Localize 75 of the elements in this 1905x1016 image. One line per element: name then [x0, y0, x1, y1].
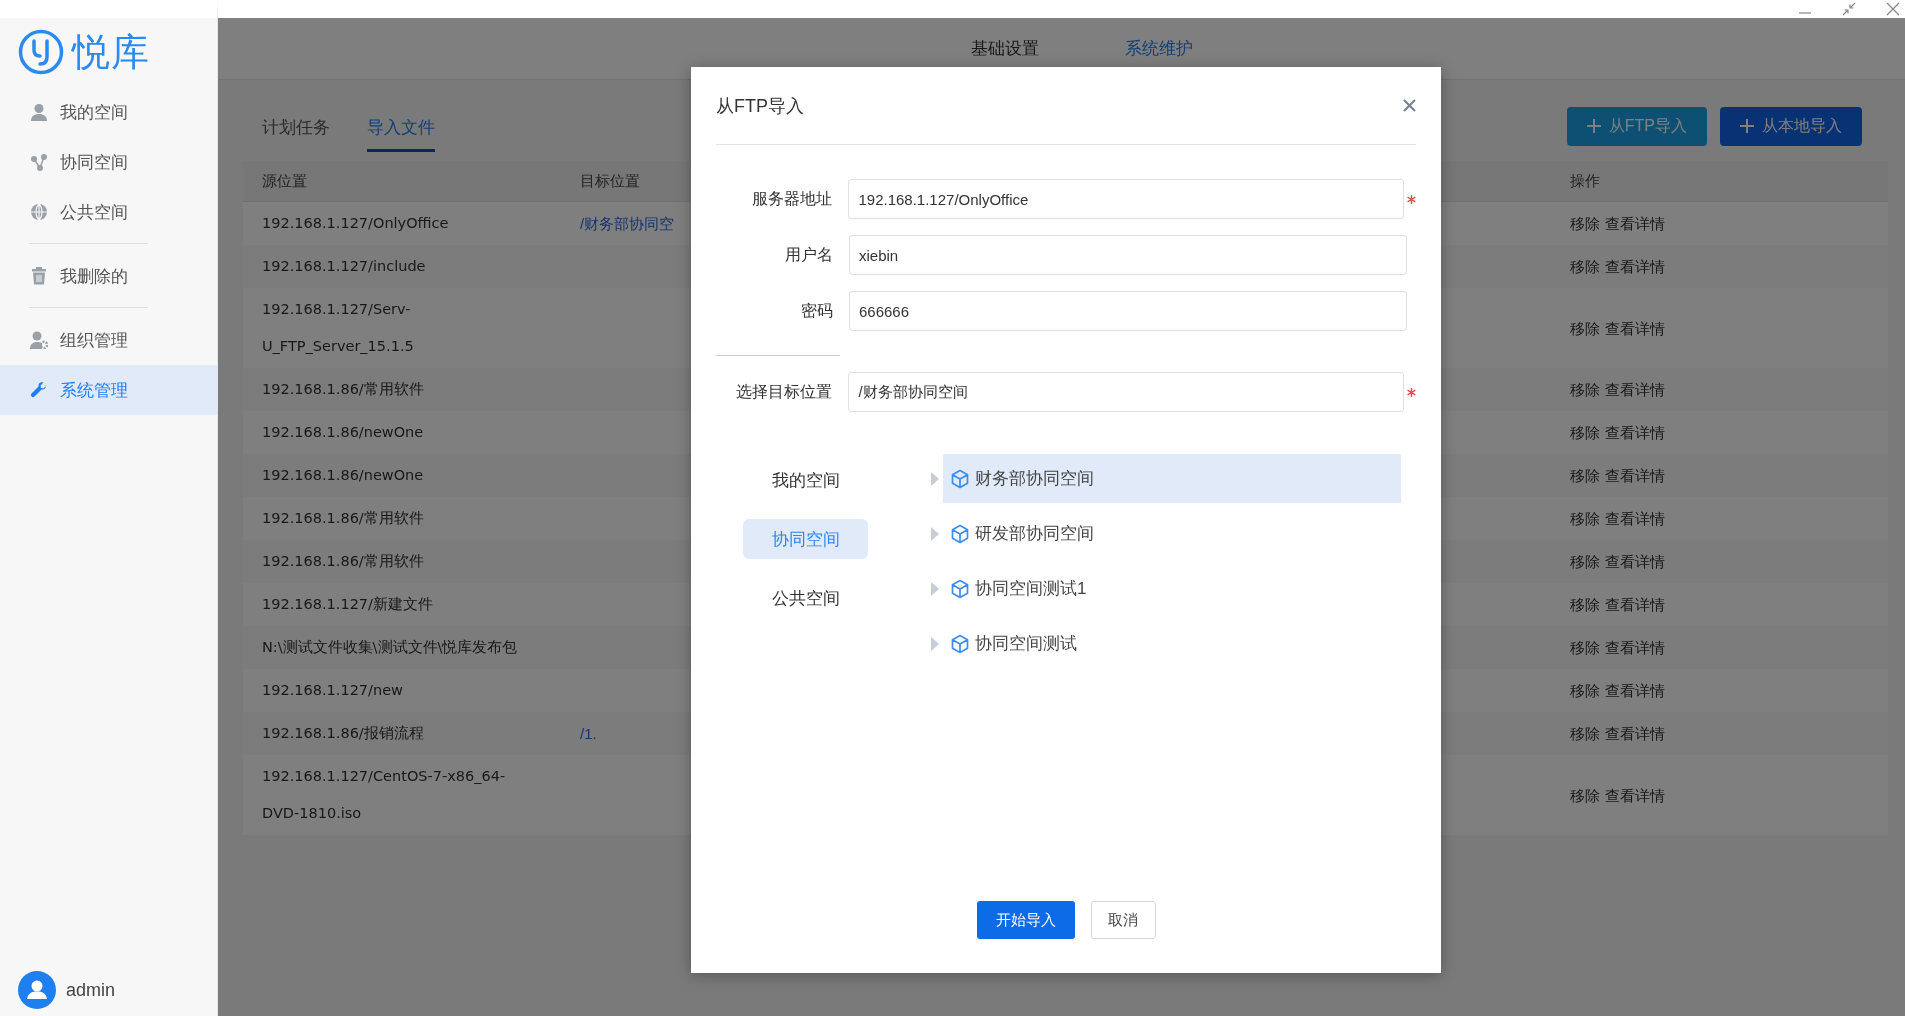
action-link[interactable]: 查看详情: [1605, 500, 1665, 537]
start-import-button[interactable]: 开始导入: [976, 901, 1075, 939]
sub-tab[interactable]: 计划任务: [262, 106, 330, 152]
table-cell-text: 192.168.1.127/CentOS-7-x86_64-DVD-1810.iso: [262, 767, 507, 823]
action-link[interactable]: 移除: [1570, 309, 1600, 347]
action-link[interactable]: 移除: [1570, 371, 1600, 408]
action-link[interactable]: 查看详情: [1605, 414, 1665, 451]
table-cell-text: 192.168.1.86/常用软件: [262, 380, 425, 399]
header-tab[interactable]: 基础设置: [970, 33, 1039, 64]
sidebar-item[interactable]: 系统管理: [0, 365, 217, 415]
field-label: 密码: [800, 300, 833, 321]
table-cell-text: 192.168.1.127/include: [262, 257, 427, 276]
cancel-button[interactable]: 取消: [1090, 901, 1156, 939]
dialog-title: 从FTP导入: [716, 94, 804, 118]
action-link[interactable]: 移除: [1570, 672, 1600, 709]
action-link[interactable]: 查看详情: [1605, 371, 1665, 408]
sidebar-item[interactable]: 协同空间: [0, 137, 217, 187]
action-link[interactable]: 移除: [1570, 414, 1600, 451]
action-link[interactable]: 移除: [1570, 715, 1600, 752]
table-cell-text: 192.168.1.86/报销流程: [262, 724, 425, 743]
field-label: 用户名: [784, 244, 833, 265]
input-field[interactable]: /财务部协同空间: [848, 372, 1405, 412]
action-link[interactable]: 查看详情: [1605, 543, 1665, 580]
action-link[interactable]: 查看详情: [1605, 309, 1665, 347]
action-link[interactable]: 移除: [1570, 776, 1600, 814]
target-link[interactable]: /1.: [580, 725, 597, 742]
action-link[interactable]: 查看详情: [1605, 248, 1665, 285]
sidebar-item[interactable]: 组织管理: [0, 315, 217, 365]
user-name: admin: [66, 979, 116, 1001]
tree-item[interactable]: 研发部协同空间: [943, 509, 1401, 558]
field-label: 选择目标位置: [735, 381, 833, 402]
action-link[interactable]: 移除: [1570, 248, 1600, 285]
target-link[interactable]: /财务部协同空: [580, 215, 675, 232]
column-header: 目标位置: [580, 171, 641, 191]
input-field[interactable]: xiebin: [849, 235, 1407, 275]
action-link[interactable]: 查看详情: [1605, 715, 1665, 752]
action-link[interactable]: 移除: [1570, 500, 1600, 537]
action-link[interactable]: 移除: [1570, 457, 1600, 494]
table-cell-text: 192.168.1.86/newOne: [262, 466, 425, 485]
action-link[interactable]: 移除: [1570, 629, 1600, 666]
table-cell-text: 192.168.1.86/newOne: [262, 423, 425, 442]
column-header: 操作: [1570, 171, 1601, 191]
table-cell-text: 192.168.1.127/new: [262, 681, 404, 700]
column-header: 源位置: [262, 171, 308, 191]
table-cell-text: N:\测试文件收集\测试文件\悦库发布包: [262, 638, 519, 657]
input-field[interactable]: 192.168.1.127/OnlyOffice: [848, 179, 1405, 219]
tree-item[interactable]: 财务部协同空间: [943, 454, 1401, 503]
action-link[interactable]: 查看详情: [1605, 586, 1665, 623]
logo-text: 悦库: [72, 29, 150, 75]
action-link[interactable]: 查看详情: [1605, 776, 1665, 814]
table-cell-text: 192.168.1.86/常用软件: [262, 552, 425, 571]
space-tab[interactable]: 我的空间: [743, 460, 868, 500]
action-link[interactable]: 查看详情: [1605, 205, 1665, 242]
table-cell-text: 192.168.1.86/常用软件: [262, 509, 425, 528]
table-cell-text: 192.168.1.127/新建文件: [262, 595, 434, 614]
sidebar-item[interactable]: 公共空间: [0, 187, 217, 237]
field-label: 服务器地址: [751, 188, 833, 209]
input-field[interactable]: 666666: [849, 291, 1407, 331]
action-link[interactable]: 移除: [1570, 586, 1600, 623]
table-cell-text: 192.168.1.127/Serv-U_FTP_Server_15.1.5: [262, 300, 415, 356]
action-link[interactable]: 查看详情: [1605, 457, 1665, 494]
action-link[interactable]: 移除: [1570, 543, 1600, 580]
space-tab[interactable]: 协同空间: [743, 519, 868, 559]
tree-item[interactable]: 协同空间测试: [943, 619, 1401, 668]
action-link[interactable]: 移除: [1570, 205, 1600, 242]
space-tab[interactable]: 公共空间: [743, 578, 868, 618]
tree-item[interactable]: 协同空间测试1: [943, 564, 1401, 613]
header-tab[interactable]: 系统维护: [1124, 33, 1193, 64]
action-link[interactable]: 查看详情: [1605, 672, 1665, 709]
sub-tab[interactable]: 导入文件: [367, 106, 435, 152]
table-cell-text: 192.168.1.127/OnlyOffice: [262, 214, 450, 233]
action-link[interactable]: 查看详情: [1605, 629, 1665, 666]
import-button[interactable]: 从本地导入: [1720, 106, 1862, 146]
sidebar-item[interactable]: 我删除的: [0, 251, 217, 301]
sidebar-item[interactable]: 我的空间: [0, 87, 217, 137]
